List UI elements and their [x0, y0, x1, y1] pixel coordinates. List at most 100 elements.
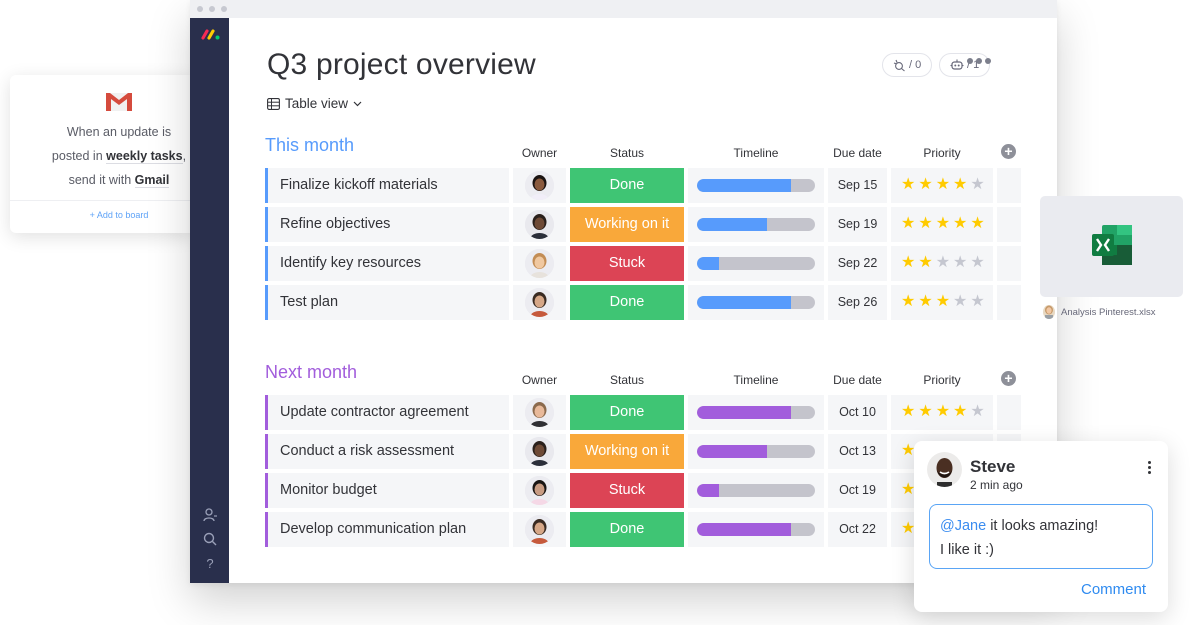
column-header[interactable]: Due date: [828, 146, 887, 160]
table-row[interactable]: Finalize kickoff materials Done Sep 15 ★…: [265, 168, 1021, 203]
star-icon[interactable]: ★: [918, 403, 932, 421]
star-icon[interactable]: ★: [953, 403, 967, 421]
status-badge[interactable]: Stuck: [570, 246, 684, 281]
status-badge[interactable]: Stuck: [570, 473, 684, 508]
group-title[interactable]: Next month: [265, 362, 357, 383]
priority-rating[interactable]: ★★★★★: [891, 246, 993, 281]
automations-button[interactable]: / 1: [939, 53, 991, 77]
column-header[interactable]: Priority: [891, 146, 993, 160]
column-header[interactable]: Due date: [828, 373, 887, 387]
owner-cell[interactable]: [513, 434, 566, 469]
due-date[interactable]: Oct 22: [828, 512, 887, 547]
column-header[interactable]: Timeline: [688, 373, 824, 387]
status-badge[interactable]: Working on it: [570, 434, 684, 469]
star-icon[interactable]: ★: [970, 403, 984, 421]
star-icon[interactable]: ★: [918, 293, 932, 311]
item-name-cell[interactable]: Finalize kickoff materials: [265, 168, 509, 203]
star-icon[interactable]: ★: [936, 254, 950, 272]
star-icon[interactable]: ★: [970, 215, 984, 233]
star-icon[interactable]: ★: [918, 176, 932, 194]
table-view-dropdown[interactable]: Table view: [267, 96, 362, 111]
item-name-cell[interactable]: Identify key resources: [265, 246, 509, 281]
item-name-cell[interactable]: Conduct a risk assessment: [265, 434, 509, 469]
kebab-menu-icon[interactable]: [1143, 461, 1155, 477]
star-icon[interactable]: ★: [936, 293, 950, 311]
file-preview-card[interactable]: [1040, 196, 1183, 297]
table-row[interactable]: Develop communication plan Done Oct 22 ★: [265, 512, 1021, 547]
item-name-cell[interactable]: Monitor budget: [265, 473, 509, 508]
table-row[interactable]: Update contractor agreement Done Oct 10 …: [265, 395, 1021, 430]
item-name-cell[interactable]: Update contractor agreement: [265, 395, 509, 430]
integrations-button[interactable]: / 0: [882, 53, 933, 77]
timeline-cell[interactable]: [688, 168, 824, 203]
star-icon[interactable]: ★: [901, 176, 915, 194]
table-row[interactable]: Monitor budget Stuck Oct 19 ★: [265, 473, 1021, 508]
owner-cell[interactable]: [513, 207, 566, 242]
comment-input[interactable]: @Jane it looks amazing! I like it :): [929, 504, 1153, 569]
add-column-icon[interactable]: +: [1001, 371, 1016, 386]
window-control-dot[interactable]: [197, 6, 203, 12]
add-column-icon[interactable]: +: [1001, 144, 1016, 159]
column-header[interactable]: Status: [570, 146, 684, 160]
star-icon[interactable]: ★: [918, 254, 932, 272]
status-badge[interactable]: Done: [570, 285, 684, 320]
column-header[interactable]: Priority: [891, 373, 993, 387]
star-icon[interactable]: ★: [901, 254, 915, 272]
owner-cell[interactable]: [513, 473, 566, 508]
due-date[interactable]: Sep 26: [828, 285, 887, 320]
priority-rating[interactable]: ★★★★★: [891, 207, 993, 242]
mention-tag[interactable]: @Jane: [940, 518, 986, 534]
status-badge[interactable]: Done: [570, 512, 684, 547]
due-date[interactable]: Oct 19: [828, 473, 887, 508]
star-icon[interactable]: ★: [953, 293, 967, 311]
search-icon[interactable]: [202, 531, 218, 547]
star-icon[interactable]: ★: [901, 293, 915, 311]
item-name-cell[interactable]: Develop communication plan: [265, 512, 509, 547]
owner-cell[interactable]: [513, 246, 566, 281]
due-date[interactable]: Oct 10: [828, 395, 887, 430]
status-badge[interactable]: Done: [570, 168, 684, 203]
star-icon[interactable]: ★: [936, 403, 950, 421]
table-row[interactable]: Refine objectives Working on it Sep 19 ★…: [265, 207, 1021, 242]
timeline-cell[interactable]: [688, 285, 824, 320]
star-icon[interactable]: ★: [901, 215, 915, 233]
due-date[interactable]: Sep 15: [828, 168, 887, 203]
file-attachment-label[interactable]: Analysis Pinterest.xlsx: [1043, 305, 1156, 319]
priority-rating[interactable]: ★★★★★: [891, 168, 993, 203]
table-row[interactable]: Conduct a risk assessment Working on it: [265, 434, 1021, 469]
star-icon[interactable]: ★: [918, 215, 932, 233]
item-name-cell[interactable]: Test plan: [265, 285, 509, 320]
help-icon[interactable]: ?: [202, 556, 218, 572]
status-badge[interactable]: Done: [570, 395, 684, 430]
owner-cell[interactable]: [513, 395, 566, 430]
invite-user-icon[interactable]: [202, 507, 218, 523]
timeline-cell[interactable]: [688, 473, 824, 508]
priority-rating[interactable]: ★★★★★: [891, 285, 993, 320]
timeline-cell[interactable]: [688, 395, 824, 430]
column-header[interactable]: Owner: [513, 146, 566, 160]
group-title[interactable]: This month: [265, 135, 354, 156]
star-icon[interactable]: ★: [970, 176, 984, 194]
table-row[interactable]: Identify key resources Stuck Sep 22 ★ ★ …: [265, 246, 1021, 281]
owner-cell[interactable]: [513, 168, 566, 203]
star-icon[interactable]: ★: [953, 215, 967, 233]
recipe-service-link[interactable]: Gmail: [134, 173, 170, 188]
comment-button[interactable]: Comment: [1081, 581, 1146, 598]
due-date[interactable]: Sep 22: [828, 246, 887, 281]
due-date[interactable]: Sep 19: [828, 207, 887, 242]
star-icon[interactable]: ★: [936, 215, 950, 233]
column-header[interactable]: Owner: [513, 373, 566, 387]
table-row[interactable]: Test plan Done Sep 26 ★ ★ ★ ★ ★: [265, 285, 1021, 320]
more-options-icon[interactable]: [967, 58, 991, 64]
column-header[interactable]: Timeline: [688, 146, 824, 160]
window-control-dot[interactable]: [221, 6, 227, 12]
item-name-cell[interactable]: Refine objectives: [265, 207, 509, 242]
timeline-cell[interactable]: [688, 207, 824, 242]
star-icon[interactable]: ★: [970, 254, 984, 272]
star-icon[interactable]: ★: [901, 403, 915, 421]
owner-cell[interactable]: [513, 285, 566, 320]
due-date[interactable]: Oct 13: [828, 434, 887, 469]
star-icon[interactable]: ★: [936, 176, 950, 194]
star-icon[interactable]: ★: [953, 176, 967, 194]
recipe-board-link[interactable]: weekly tasks: [106, 149, 183, 164]
